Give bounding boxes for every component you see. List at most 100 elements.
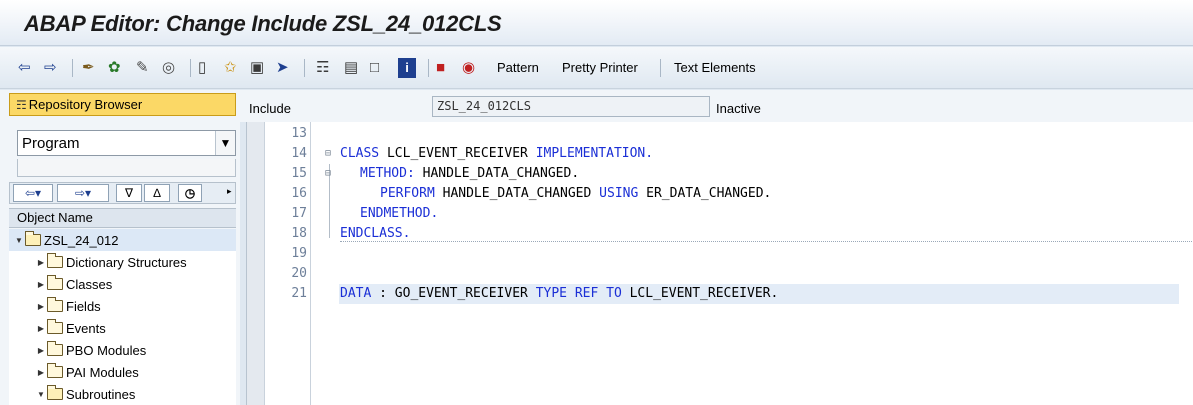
toolbar-separator — [428, 59, 429, 77]
toolbar-separator — [660, 59, 661, 77]
collapse-block-icon[interactable]: ⊟ — [325, 168, 331, 179]
object-type-value: Program — [22, 134, 80, 152]
pattern-button[interactable]: Pattern — [497, 60, 539, 75]
tree-item-label: Classes — [66, 276, 113, 292]
code-line-16: PERFORM HANDLE_DATA_CHANGED USING ER_DAT… — [380, 186, 772, 201]
where-used-icon[interactable]: ◎ — [162, 58, 175, 78]
tree-item-classes[interactable]: ▶ Classes — [35, 273, 112, 295]
tree-item-label: Dictionary Structures — [66, 254, 187, 270]
check-icon[interactable]: ✎ — [136, 58, 149, 78]
code-line-21: DATA : GO_EVENT_RECEIVER TYPE REF TO LCL… — [340, 286, 779, 301]
previous-object-button[interactable]: ⇦▾ — [13, 184, 53, 202]
folder-icon — [47, 253, 63, 268]
toolbar-separator — [304, 59, 305, 77]
block-separator — [340, 241, 1193, 242]
folder-icon — [47, 341, 63, 356]
collapsed-arrow-icon[interactable]: ▶ — [35, 280, 47, 289]
folder-icon — [47, 363, 63, 378]
line-number: 20 — [291, 266, 307, 281]
back-arrow-icon[interactable]: ⇦ — [18, 58, 31, 78]
tree-item-label: Fields — [66, 298, 101, 314]
open-folder-icon — [25, 231, 41, 246]
expanded-arrow-icon[interactable]: ▼ — [35, 390, 47, 399]
display-object-icon[interactable]: ▣ — [250, 58, 264, 78]
insert-icon[interactable]: ✩ — [224, 58, 237, 78]
tree-item-label: Events — [66, 320, 106, 336]
object-type-select[interactable]: Program ▼ — [17, 130, 236, 156]
enhance-icon[interactable]: ▤ — [344, 58, 358, 78]
expanded-arrow-icon[interactable]: ▼ — [13, 236, 25, 245]
include-label: Include — [249, 101, 291, 116]
line-number: 14 — [291, 146, 307, 161]
code-line-14: CLASS LCL_EVENT_RECEIVER IMPLEMENTATION. — [340, 146, 654, 161]
chevron-right-icon[interactable]: ▸ — [227, 186, 232, 197]
repository-browser-button[interactable]: ☶ Repository Browser — [9, 93, 236, 116]
folder-icon — [47, 275, 63, 290]
window-icon[interactable]: □ — [370, 58, 379, 78]
tree-item-label: PAI Modules — [66, 364, 139, 380]
navigation-icon[interactable]: ➤ — [276, 58, 289, 78]
activate-icon[interactable]: ✿ — [108, 58, 121, 78]
repository-browser-panel: ☶ Repository Browser Program ▼ ⇦▾ ⇨▾ ∇ ∆… — [0, 90, 240, 405]
collapsed-arrow-icon[interactable]: ▶ — [35, 346, 47, 355]
binoculars-icon[interactable]: ◷ — [178, 184, 202, 202]
include-name-field: ZSL_24_012CLS — [432, 96, 710, 117]
open-folder-icon — [47, 385, 63, 400]
toolbar-separator — [190, 59, 191, 77]
line-number: 13 — [291, 126, 307, 141]
object-name-header: Object Name — [9, 208, 236, 228]
next-object-button[interactable]: ⇨▾ — [57, 184, 109, 202]
collapse-block-icon[interactable]: ⊟ — [325, 148, 331, 159]
line-number: 21 — [291, 286, 307, 301]
window-title: ABAP Editor: Change Include ZSL_24_012CL… — [24, 11, 502, 36]
hierarchy-icon[interactable]: ☶ — [316, 58, 329, 78]
tree-item-pai-modules[interactable]: ▶ PAI Modules — [35, 361, 139, 383]
line-number-column: 13 14 15 16 17 18 19 20 21 — [265, 122, 311, 405]
object-list-icon[interactable]: ▯ — [198, 58, 206, 78]
collapsed-arrow-icon[interactable]: ▶ — [35, 368, 47, 377]
navigation-strip: ⇦▾ ⇨▾ ∇ ∆ ◷ ▸ — [9, 182, 236, 204]
tree-root-label: ZSL_24_012 — [44, 232, 119, 248]
hierarchy-icon: ☶ — [16, 97, 27, 112]
collapse-icon[interactable]: ∆ — [144, 184, 170, 202]
line-number: 17 — [291, 206, 307, 221]
code-line-17: ENDMETHOD. — [360, 206, 439, 221]
collapsed-arrow-icon[interactable]: ▶ — [35, 324, 47, 333]
breakpoint-icon[interactable]: ■ — [436, 58, 445, 78]
forward-arrow-icon[interactable]: ⇨ — [44, 58, 57, 78]
expand-icon[interactable]: ∇ — [116, 184, 142, 202]
line-number: 16 — [291, 186, 307, 201]
application-toolbar: ⇦ ⇨ ✒ ✿ ✎ ◎ ▯ ✩ ▣ ➤ ☶ ▤ □ i ■ ◉ Pattern … — [0, 47, 1193, 89]
object-name-input[interactable] — [17, 159, 236, 177]
stop-icon[interactable]: ◉ — [462, 58, 475, 78]
code-editor[interactable]: 13 14 15 16 17 18 19 20 21 ⊟ ⊟ CLASS LCL… — [246, 122, 1193, 405]
tree-item-dictionary-structures[interactable]: ▶ Dictionary Structures — [35, 251, 187, 273]
info-icon[interactable]: i — [398, 58, 416, 78]
folder-icon — [47, 297, 63, 312]
tree-item-label: PBO Modules — [66, 342, 147, 358]
editor-gutter — [247, 122, 265, 405]
title-bar: ABAP Editor: Change Include ZSL_24_012CL… — [0, 0, 1193, 46]
include-header: Include ZSL_24_012CLS Inactive — [240, 90, 1193, 122]
code-line-15: METHOD: HANDLE_DATA_CHANGED. — [360, 166, 580, 181]
toolbar-separator — [72, 59, 73, 77]
include-status: Inactive — [716, 101, 761, 116]
line-number: 18 — [291, 226, 307, 241]
tree-item-events[interactable]: ▶ Events — [35, 317, 106, 339]
pretty-printer-button[interactable]: Pretty Printer — [562, 60, 638, 75]
tree-item-fields[interactable]: ▶ Fields — [35, 295, 101, 317]
folder-icon — [47, 319, 63, 334]
chevron-down-icon[interactable]: ▼ — [215, 131, 235, 155]
line-number: 19 — [291, 246, 307, 261]
collapsed-arrow-icon[interactable]: ▶ — [35, 302, 47, 311]
tree-item-label: Subroutines — [66, 386, 136, 402]
object-tree: ▼ ZSL_24_012 ▶ Dictionary Structures ▶ C… — [9, 229, 236, 405]
code-line-18: ENDCLASS. — [340, 226, 411, 241]
collapsed-arrow-icon[interactable]: ▶ — [35, 258, 47, 267]
display-change-icon[interactable]: ✒ — [82, 58, 95, 78]
tree-item-pbo-modules[interactable]: ▶ PBO Modules — [35, 339, 146, 361]
tree-root[interactable]: ▼ ZSL_24_012 — [9, 229, 236, 251]
repository-browser-label: Repository Browser — [28, 97, 143, 112]
text-elements-button[interactable]: Text Elements — [674, 60, 756, 75]
tree-item-subroutines[interactable]: ▼ Subroutines — [35, 383, 135, 405]
